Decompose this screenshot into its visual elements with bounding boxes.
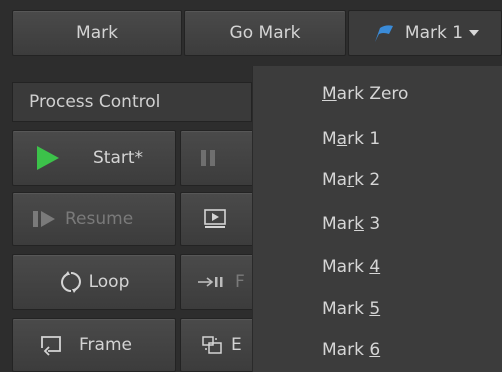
frame-button[interactable]: Frame	[12, 318, 176, 372]
menu-item-text-pre: Mar	[322, 214, 355, 234]
menu-item-text-pre: M	[322, 129, 337, 149]
menu-item-text-post: rk 1	[347, 129, 381, 149]
menu-item-mark-4[interactable]: Mark 4	[322, 257, 380, 277]
start-button[interactable]: Start*	[12, 130, 176, 186]
menu-item-mnemonic: k	[354, 214, 364, 234]
step-to-pause-partial-label: F	[235, 272, 245, 292]
menu-item-mark-5[interactable]: Mark 5	[322, 299, 380, 319]
mark-dropdown-menu: Mark Zero Mark 1 Mark 2 Mark 3 Mark 4 Ma…	[252, 66, 502, 372]
resume-icon	[31, 209, 61, 229]
screen-play-button[interactable]	[180, 192, 260, 246]
loop-button-label: Loop	[88, 272, 130, 292]
menu-item-mark-zero[interactable]: Mark Zero	[322, 84, 408, 104]
menu-item-mark-2[interactable]: Mark 2	[322, 170, 380, 190]
pause-button[interactable]	[180, 130, 260, 186]
menu-item-mark-1[interactable]: Mark 1	[322, 129, 380, 149]
mark-selector-label: Mark 1	[404, 23, 464, 43]
frame-button-label: Frame	[79, 335, 132, 355]
mark-button-label: Mark	[76, 23, 118, 43]
step-to-pause-icon	[197, 274, 227, 290]
process-control-header: Process Control	[12, 82, 252, 122]
export-button[interactable]: E	[180, 318, 260, 372]
menu-item-text-pre: Mark	[322, 257, 370, 277]
menu-item-text-pre: Ma	[322, 170, 348, 190]
menu-item-text-pre: Mark	[322, 340, 370, 360]
pause-icon	[199, 148, 219, 168]
loop-icon	[59, 270, 83, 294]
resume-button-label: Resume	[65, 209, 134, 229]
mark-selector-dropdown[interactable]: Mark 1	[348, 10, 502, 56]
screen-play-icon	[203, 208, 229, 230]
menu-item-mnemonic: M	[322, 84, 337, 104]
menu-item-mnemonic: 4	[369, 257, 381, 277]
menu-item-mnemonic: 6	[369, 340, 381, 360]
menu-item-text-post: 3	[363, 214, 381, 234]
menu-item-mark-3[interactable]: Mark 3	[322, 214, 380, 234]
menu-item-text-post: k 2	[354, 170, 381, 190]
menu-item-mnemonic: a	[336, 129, 348, 149]
export-icon	[201, 334, 225, 356]
flag-icon	[371, 22, 397, 44]
process-control-title: Process Control	[29, 92, 161, 112]
chevron-down-icon	[469, 29, 480, 37]
menu-item-text-pre: Mark	[322, 299, 370, 319]
start-button-label: Start*	[93, 148, 144, 168]
go-mark-button[interactable]: Go Mark	[184, 10, 346, 56]
mark-button[interactable]: Mark	[12, 10, 182, 56]
export-partial-label: E	[231, 335, 242, 355]
app-root: Mark Go Mark Mark 1 Process Control Star…	[0, 0, 502, 372]
step-to-pause-button[interactable]: F	[180, 254, 260, 310]
loop-button[interactable]: Loop	[12, 254, 176, 310]
menu-item-mark-6[interactable]: Mark 6	[322, 340, 380, 360]
frame-icon	[39, 334, 63, 356]
menu-item-text-post: ark Zero	[336, 84, 409, 104]
go-mark-button-label: Go Mark	[229, 23, 301, 43]
menu-item-mnemonic: 5	[369, 299, 381, 319]
play-icon	[35, 144, 61, 172]
resume-button[interactable]: Resume	[12, 192, 176, 246]
